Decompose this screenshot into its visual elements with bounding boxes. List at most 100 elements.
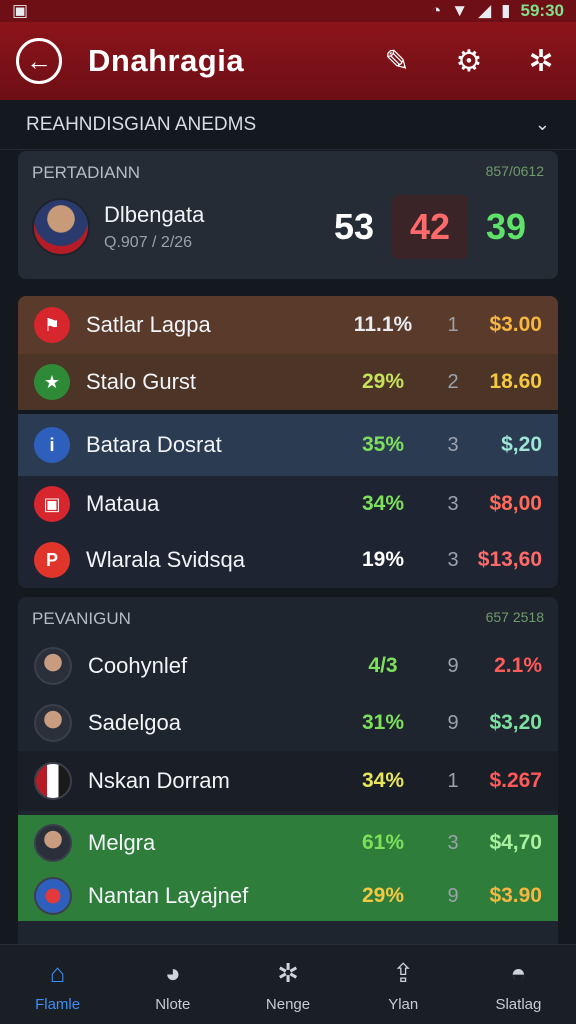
item-rank: 3 (447, 548, 459, 571)
nav-label: Flamle (35, 996, 81, 1013)
profile-icon: ◓ (510, 957, 527, 988)
nav-item-puzzle[interactable]: ✲ Nenge (230, 945, 345, 1024)
list-item[interactable]: ★ Stalo Gurst 29% 2 18.60 (18, 354, 558, 410)
app-title: Dnahragia (88, 43, 245, 78)
battery-icon: ▮ (501, 1, 511, 20)
nav-item-notes[interactable]: ◕ Nlote (115, 945, 230, 1024)
item-rank: 3 (447, 831, 459, 854)
item-percent: 29% (361, 884, 405, 907)
back-arrow-icon: ← (26, 45, 52, 76)
ticket-icon[interactable]: ✎ (378, 42, 416, 80)
item-price: $3.00 (489, 313, 542, 336)
featured-code: 857/0612 (485, 163, 544, 179)
item-price: $.267 (489, 769, 542, 792)
p-logo-icon: P (34, 542, 70, 578)
player-subtitle: Q.907 / 2/26 (104, 234, 193, 251)
section-title: REAHNDISGIAN ANEDMS (26, 113, 257, 135)
next-card-peek (18, 926, 558, 944)
team-badge-icon (34, 762, 72, 800)
item-percent: 19% (361, 548, 405, 571)
group-header: PEVANIGUN 657 2518 (18, 597, 558, 637)
item-percent: 35% (361, 433, 405, 456)
app-bar: ← Dnahragia ✎ ⚙ ✲ (0, 22, 576, 100)
item-label: Coohynlef (88, 653, 188, 678)
item-rank: 9 (447, 884, 459, 907)
item-label: Nskan Dorram (88, 768, 230, 793)
team-badge-icon: ▣ (34, 486, 70, 522)
upload-icon: ⇪ (392, 957, 415, 988)
item-label: Nantan Layajnef (88, 883, 249, 908)
item-percent: 61% (361, 831, 405, 854)
featured-header: PERTADIANN 857/0612 (32, 163, 544, 183)
wifi-icon: ▼ (451, 1, 469, 20)
status-bar: ▣ ◔ ▼ ◢ ▮ 59:30 (0, 0, 576, 22)
player-info: Dlbengata Q.907 / 2/26 (104, 202, 204, 252)
market-group: ⚑ Satlar Lagpa 11.1% 1 $3.00 ★ Stalo Gur… (18, 296, 558, 588)
item-rank: 2 (447, 370, 459, 393)
item-percent: 4/3 (368, 654, 398, 677)
signal-icon: ◢ (478, 1, 492, 20)
list-item[interactable]: Nskan Dorram 34% 1 $.267 (18, 751, 558, 811)
nav-item-upload[interactable]: ⇪ Ylan (346, 945, 461, 1024)
item-price: $8,00 (489, 492, 542, 515)
featured-card[interactable]: PERTADIANN 857/0612 Dlbengata Q.907 / 2/… (18, 151, 558, 279)
featured-row: Dlbengata Q.907 / 2/26 53 42 39 (32, 195, 544, 259)
star-icon: ★ (34, 364, 70, 400)
item-label: Satlar Lagpa (86, 312, 211, 337)
item-rank: 3 (447, 492, 459, 515)
list-item[interactable]: i Batara Dosrat 35% 3 $,20 (18, 414, 558, 476)
item-rank: 9 (447, 654, 459, 677)
nav-item-home[interactable]: ⌂ Flamle (0, 945, 115, 1024)
item-label: Wlarala Svidsqa (86, 547, 245, 572)
item-price: $4,70 (489, 831, 542, 854)
group-label: PEVANIGUN (32, 609, 131, 628)
item-label: Stalo Gurst (86, 369, 197, 394)
list-item[interactable]: Sadelgoa 31% 9 $3,20 (18, 695, 558, 751)
list-item[interactable]: ▣ Mataua 34% 3 $8,00 (18, 476, 558, 532)
item-price: $3.90 (489, 884, 542, 907)
nav-item-profile[interactable]: ◓ Slatlag (461, 945, 576, 1024)
item-percent: 34% (361, 769, 405, 792)
nav-label: Nenge (265, 996, 311, 1013)
list-item[interactable]: Melgra 61% 3 $4,70 (18, 815, 558, 871)
home-icon: ⌂ (49, 957, 66, 988)
item-percent: 11.1% (353, 313, 413, 336)
avatar (34, 824, 72, 862)
group-code: 657 2518 (485, 609, 544, 625)
bottom-nav: ⌂ Flamle ◕ Nlote ✲ Nenge ⇪ Ylan ◓ Slatla… (0, 944, 576, 1024)
section-header[interactable]: REAHNDISGIAN ANEDMS ⌄ (0, 100, 576, 150)
score-group: 53 42 39 (316, 195, 544, 259)
item-label: Melgra (88, 830, 156, 855)
highlight-block: Melgra 61% 3 $4,70 Nantan Layajnef 29% 9… (18, 815, 558, 921)
list-item[interactable]: ⚑ Satlar Lagpa 11.1% 1 $3.00 (18, 296, 558, 354)
app-notification-icon: ▣ (12, 1, 29, 20)
item-price: 2.1% (494, 654, 542, 677)
item-rank: 3 (447, 433, 459, 456)
list-item[interactable]: Coohynlef 4/3 9 2.1% (18, 637, 558, 695)
back-button[interactable]: ← (16, 38, 62, 84)
puzzle-icon[interactable]: ✲ (522, 42, 560, 80)
item-rank: 1 (447, 769, 459, 792)
app-actions: ✎ ⚙ ✲ (378, 42, 560, 80)
list-item[interactable]: P Wlarala Svidsqa 19% 3 $13,60 (18, 532, 558, 588)
chevron-down-icon[interactable]: ⌄ (535, 114, 550, 135)
item-price: 18.60 (489, 370, 542, 393)
item-price: $,20 (501, 433, 542, 456)
clock: 59:30 (520, 1, 564, 20)
info-icon: i (34, 427, 70, 463)
nav-label: Nlote (155, 996, 191, 1013)
item-rank: 9 (447, 711, 459, 734)
status-right: ◔ ▼ ◢ ▮ 59:30 (431, 1, 564, 21)
featured-label: PERTADIANN (32, 163, 141, 182)
list-item[interactable]: Nantan Layajnef 29% 9 $3.90 (18, 871, 558, 921)
score-value: 42 (392, 195, 468, 259)
item-price: $3,20 (489, 711, 542, 734)
team-badge-icon (34, 877, 72, 915)
gear-icon[interactable]: ⚙ (450, 42, 488, 80)
avatar (32, 198, 90, 256)
puzzle-icon: ✲ (277, 957, 299, 988)
item-price: $13,60 (477, 548, 542, 571)
player-name: Dlbengata (104, 202, 205, 227)
item-label: Mataua (86, 491, 160, 516)
item-label: Sadelgoa (88, 710, 181, 735)
